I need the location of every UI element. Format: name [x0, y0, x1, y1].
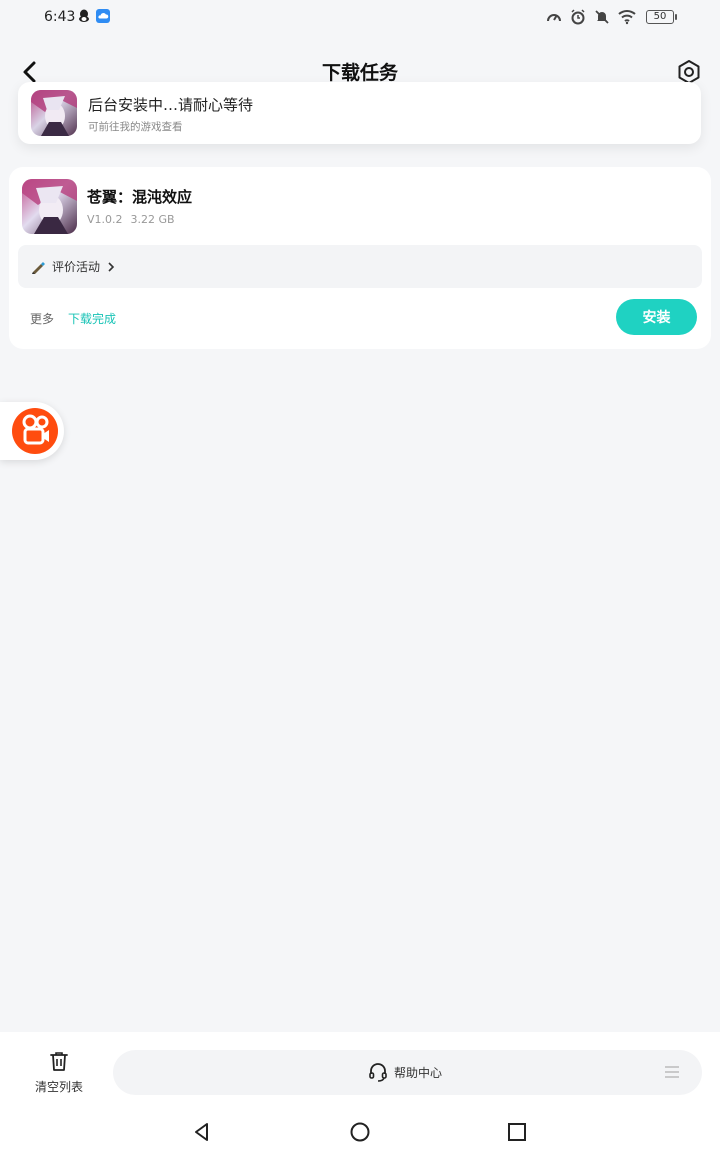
game-size: 3.22 GB	[130, 213, 175, 226]
status-bar: 6:43 50	[0, 0, 720, 36]
floating-video-bubble[interactable]	[0, 402, 64, 460]
nav-recent-button[interactable]	[505, 1120, 529, 1144]
trash-icon	[50, 1052, 68, 1071]
more-button[interactable]: 更多	[30, 310, 54, 327]
help-center-label: 帮助中心	[394, 1065, 443, 1080]
install-toast[interactable]: 后台安装中…请耐心等待 可前往我的游戏查看	[18, 82, 701, 144]
menu-lines-icon	[665, 1066, 679, 1078]
status-system-icons	[546, 9, 636, 25]
headset-icon	[369, 1063, 387, 1082]
alarm-icon	[571, 9, 585, 25]
review-activity-row[interactable]: 评价活动	[18, 245, 702, 288]
toast-title: 后台安装中…请耐心等待	[88, 96, 254, 114]
download-status: 下载完成	[68, 312, 117, 326]
game-name[interactable]: 苍翼：混沌效应	[87, 186, 192, 207]
speedometer-icon	[547, 14, 561, 22]
review-activity-label: 评价活动	[52, 260, 101, 274]
install-button[interactable]: 安装	[616, 299, 697, 335]
game-icon[interactable]	[22, 179, 77, 234]
bottom-bar: 清空列表 帮助中心	[0, 1032, 720, 1104]
clear-list-label: 清空列表	[34, 1080, 83, 1094]
page-title: 下载任务	[321, 62, 398, 84]
pen-icon	[32, 261, 45, 274]
help-center-button[interactable]: 帮助中心	[113, 1050, 702, 1095]
system-navigation-bar	[0, 1104, 720, 1152]
cloud-app-icon	[96, 9, 110, 23]
status-time: 6:43	[44, 9, 76, 25]
mute-bell-icon	[595, 10, 609, 24]
nav-home-button[interactable]	[348, 1120, 372, 1144]
nav-back-button[interactable]	[190, 1120, 214, 1144]
video-camera-icon	[12, 408, 58, 454]
battery-indicator: 50	[646, 10, 677, 24]
game-version: V1.0.2	[87, 213, 123, 226]
wifi-icon	[618, 10, 636, 25]
chevron-right-icon	[108, 261, 115, 272]
toast-subtitle: 可前往我的游戏查看	[88, 121, 183, 133]
game-meta: V1.0.2 3.22 GB	[87, 213, 175, 226]
clear-list-button[interactable]: 清空列表	[26, 1050, 92, 1100]
game-thumbnail	[31, 90, 77, 136]
status-notification-icons	[78, 9, 110, 23]
circle-home-icon	[350, 1122, 370, 1142]
triangle-back-icon	[195, 1123, 208, 1141]
qq-icon	[79, 9, 89, 22]
download-task-card: 苍翼：混沌效应 V1.0.2 3.22 GB 评价活动 更多 下载完成 安装	[9, 167, 711, 349]
square-recent-icon	[508, 1123, 526, 1141]
